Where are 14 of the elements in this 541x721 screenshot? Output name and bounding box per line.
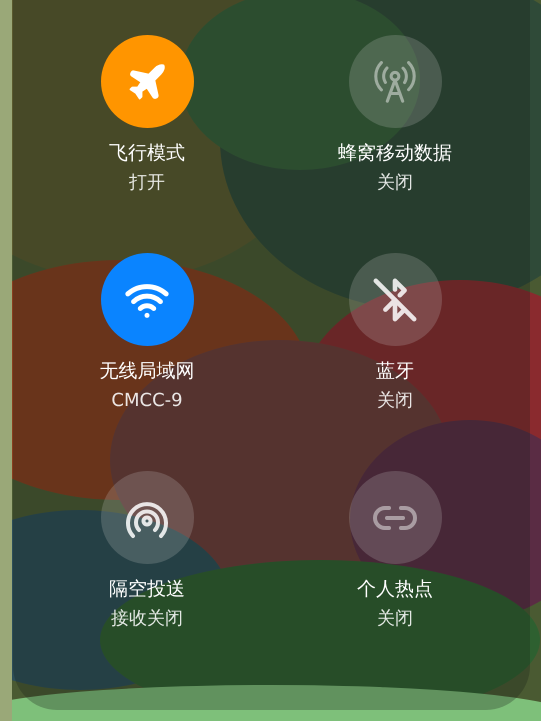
- antenna-icon: [372, 58, 418, 104]
- bluetooth-off-icon: [372, 276, 418, 322]
- toggle-status: 打开: [129, 172, 165, 194]
- toggle-label: 蓝牙: [376, 360, 414, 382]
- toggle-status: CMCC-9: [111, 390, 183, 412]
- toggle-label: 隔空投送: [109, 578, 185, 600]
- toggle-label: 个人热点: [357, 578, 433, 600]
- toggle-label: 飞行模式: [109, 142, 185, 164]
- toggle-status: 关闭: [377, 608, 413, 630]
- toggle-status: 关闭: [377, 172, 413, 194]
- toggle-status: 接收关闭: [111, 608, 183, 630]
- toggle-label: 无线局域网: [100, 360, 194, 382]
- toggle-label: 蜂窝移动数据: [338, 142, 452, 164]
- toggle-status: 关闭: [377, 390, 413, 412]
